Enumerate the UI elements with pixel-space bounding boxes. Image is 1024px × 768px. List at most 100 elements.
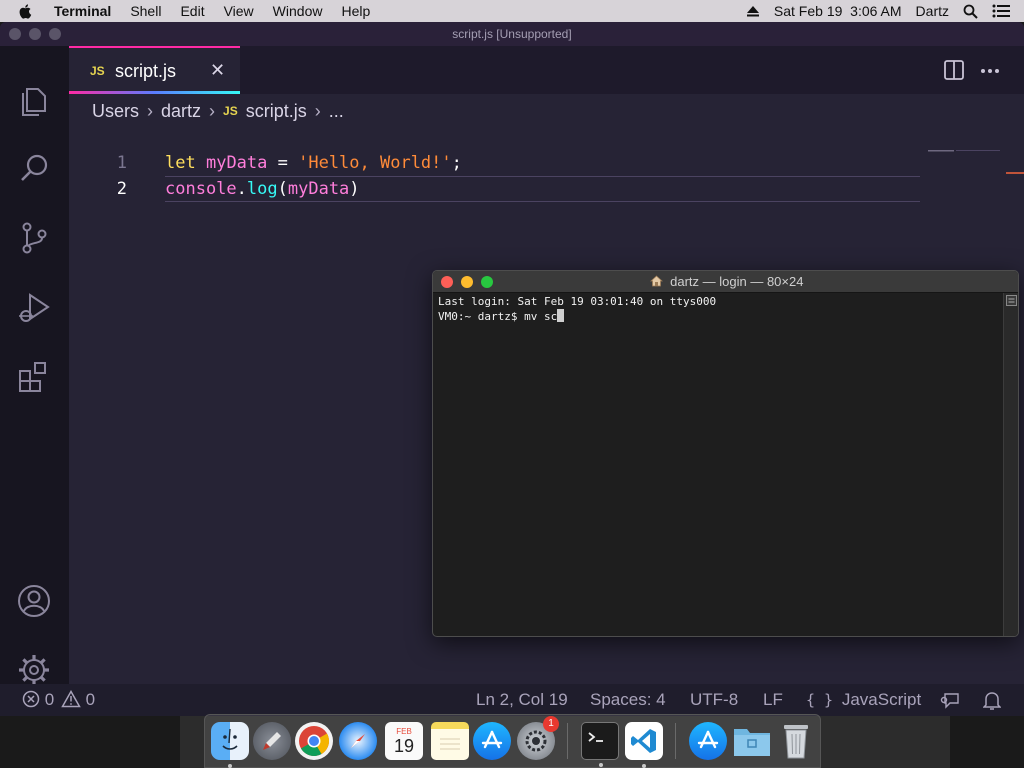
cursor-position-status[interactable]: Ln 2, Col 19: [476, 690, 568, 710]
dock-safari-icon[interactable]: [339, 722, 377, 760]
feedback-icon[interactable]: [940, 692, 960, 710]
terminal-output[interactable]: Last login: Sat Feb 19 03:01:40 on ttys0…: [438, 295, 1003, 633]
problems-status[interactable]: 0 0: [22, 689, 96, 710]
apple-menu-icon[interactable]: [18, 3, 34, 19]
line-number: 1: [116, 153, 127, 173]
dock-calendar-icon[interactable]: FEB 19: [385, 722, 423, 760]
menu-app-terminal[interactable]: Terminal: [54, 0, 111, 22]
menu-view[interactable]: View: [224, 0, 254, 22]
code-token: console: [165, 179, 237, 199]
window-title: script.js [Unsupported]: [452, 27, 572, 41]
language-mode-status[interactable]: { } JavaScript: [806, 690, 921, 710]
dock-downloads-folder-icon[interactable]: [733, 722, 771, 760]
scroll-marker-icon: [1006, 295, 1017, 306]
extensions-icon[interactable]: [16, 359, 52, 395]
activity-bar: [0, 46, 69, 685]
dock-separator: [675, 723, 676, 759]
terminal-titlebar[interactable]: dartz — login — 80×24: [433, 271, 1018, 293]
source-control-icon[interactable]: [16, 220, 52, 256]
explorer-icon[interactable]: [16, 82, 52, 118]
menu-edit[interactable]: Edit: [180, 0, 204, 22]
dock-vscode-icon[interactable]: [625, 722, 663, 768]
tab-script-js[interactable]: JS script.js ✕: [69, 46, 240, 94]
dock-terminal-icon[interactable]: [581, 722, 619, 767]
more-actions-icon[interactable]: [980, 68, 1000, 74]
notifications-bell-icon[interactable]: [983, 691, 1001, 711]
terminal-zoom-button[interactable]: [481, 276, 493, 288]
zoom-window-button[interactable]: [49, 28, 61, 40]
menu-window[interactable]: Window: [273, 0, 323, 22]
code-line[interactable]: 2 console.log(myData): [69, 176, 920, 202]
dock-app-store-icon[interactable]: [473, 722, 511, 760]
eject-icon[interactable]: [746, 5, 760, 17]
close-window-button[interactable]: [9, 28, 21, 40]
eol-status[interactable]: LF: [763, 690, 783, 710]
error-count: 0: [44, 690, 55, 709]
terminal-close-button[interactable]: [441, 276, 453, 288]
calendar-month: FEB: [396, 726, 412, 736]
calendar-day: 19: [393, 735, 415, 756]
breadcrumb-item-users[interactable]: Users: [92, 101, 139, 122]
menubar-user[interactable]: Dartz: [916, 3, 949, 19]
breadcrumb: Users › dartz › JS script.js › ...: [92, 98, 344, 124]
menu-help[interactable]: Help: [341, 0, 370, 22]
dock-system-preferences-icon[interactable]: 1: [517, 716, 559, 760]
code-token: myData: [287, 179, 350, 199]
indentation-status[interactable]: Spaces: 4: [590, 690, 666, 710]
line-number: 2: [116, 179, 127, 199]
running-indicator: [228, 764, 232, 768]
code-token: let: [165, 153, 196, 173]
menubar-clock[interactable]: Sat Feb 19 3:06 AM: [774, 3, 902, 19]
window-titlebar[interactable]: script.js [Unsupported]: [0, 22, 1024, 46]
accounts-icon[interactable]: [16, 583, 52, 619]
terminal-line: Last login: Sat Feb 19 03:01:40 on ttys0…: [438, 295, 717, 308]
code-line-text: let myData = 'Hello, World!';: [165, 150, 462, 176]
terminal-minimize-button[interactable]: [461, 276, 473, 288]
dock-notes-icon[interactable]: [431, 722, 469, 760]
braces-icon: { }: [806, 691, 834, 709]
terminal-title: dartz — login — 80×24: [670, 274, 804, 289]
code-token: ): [349, 179, 360, 199]
dock-separator: [567, 723, 568, 759]
code-token: 'Hello, World!': [298, 153, 452, 173]
code-token: (: [277, 179, 288, 199]
dock-launchpad-icon[interactable]: [253, 722, 291, 760]
overview-ruler-marker: [1006, 172, 1024, 174]
encoding-status[interactable]: UTF-8: [690, 690, 738, 710]
breadcrumb-chevron-icon: ›: [314, 100, 321, 121]
warning-icon: [61, 689, 81, 708]
warning-count: 0: [85, 690, 96, 709]
minimap[interactable]: [924, 146, 1004, 186]
dock-app-store-folder-icon[interactable]: [689, 722, 727, 760]
split-editor-icon[interactable]: [944, 60, 964, 80]
terminal-line-text: VM0:~ dartz$ mv sc: [438, 310, 558, 323]
manage-gear-icon[interactable]: [16, 652, 52, 688]
dock-chrome-icon[interactable]: [295, 722, 333, 760]
dock-trash-icon[interactable]: [777, 722, 815, 760]
terminal-window: dartz — login — 80×24 Last login: Sat Fe…: [432, 270, 1019, 637]
run-and-debug-icon[interactable]: [16, 290, 52, 326]
code-token: .: [236, 179, 247, 199]
menu-shell[interactable]: Shell: [130, 0, 161, 22]
notification-badge: 1: [543, 716, 559, 732]
breadcrumb-item-symbols[interactable]: ...: [329, 101, 344, 122]
breadcrumb-item-file[interactable]: script.js: [246, 101, 307, 122]
terminal-scrollbar[interactable]: [1003, 293, 1018, 636]
breadcrumb-item-dartz[interactable]: dartz: [161, 101, 201, 122]
search-icon[interactable]: [16, 151, 52, 187]
running-indicator: [642, 764, 646, 768]
code-token: =: [267, 153, 299, 173]
breadcrumb-chevron-icon: ›: [209, 100, 216, 121]
code-line[interactable]: 1 let myData = 'Hello, World!';: [69, 150, 920, 176]
dock: FEB 19 1: [204, 714, 821, 768]
spotlight-search-icon[interactable]: [963, 4, 978, 19]
tab-close-icon[interactable]: ✕: [210, 60, 225, 81]
home-icon: [649, 275, 663, 287]
dock-finder-icon[interactable]: [211, 722, 249, 768]
code-token: myData: [205, 153, 268, 173]
code-line-text: console.log(myData): [165, 176, 360, 202]
minimize-window-button[interactable]: [29, 28, 41, 40]
running-indicator: [599, 763, 603, 767]
notification-center-icon[interactable]: [992, 4, 1010, 18]
error-icon: [22, 690, 40, 708]
